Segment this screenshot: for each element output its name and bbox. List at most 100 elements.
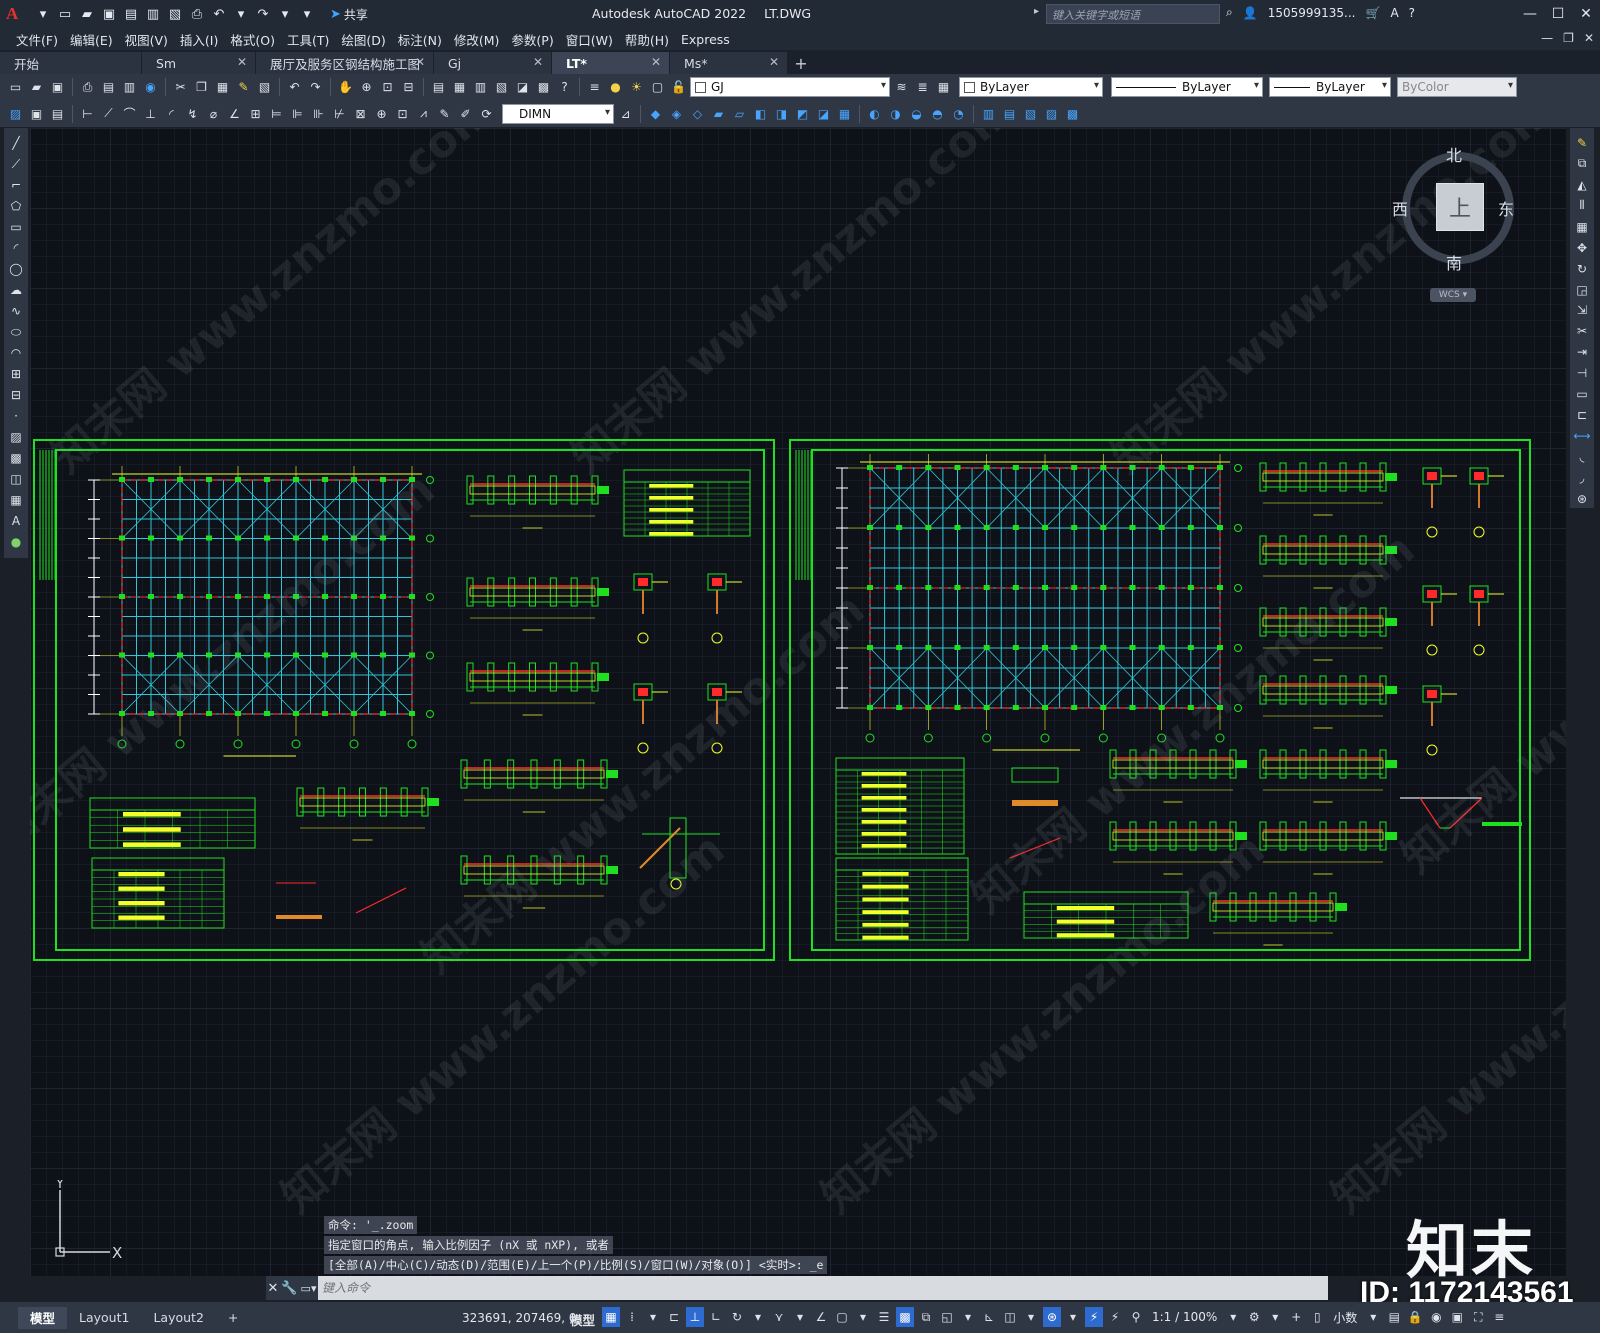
view-icon[interactable]: ◐ bbox=[865, 104, 884, 123]
lineweight-icon[interactable]: ☰ bbox=[875, 1307, 893, 1327]
annotation-monitor-icon[interactable]: + bbox=[1287, 1307, 1305, 1327]
close-tab-icon[interactable]: ✕ bbox=[237, 55, 247, 69]
menu-modify[interactable]: 修改(M) bbox=[454, 30, 512, 49]
close-tab-icon[interactable]: ✕ bbox=[415, 55, 425, 69]
dim-jogged-icon[interactable]: ↯ bbox=[183, 104, 202, 123]
zoom-window-icon[interactable]: ⊡ bbox=[378, 78, 397, 97]
jogged-linear-icon[interactable]: ⩘ bbox=[414, 104, 433, 123]
array-icon[interactable]: ▦ bbox=[1573, 218, 1591, 236]
layer-thaw-icon[interactable]: ☀ bbox=[627, 78, 646, 97]
ellipse-icon[interactable]: ⬭ bbox=[7, 323, 25, 341]
dynamic-ucs-icon[interactable]: ⊾ bbox=[980, 1307, 998, 1327]
inspection-icon[interactable]: ⊡ bbox=[393, 104, 412, 123]
modify-icon[interactable]: ◨ bbox=[772, 104, 791, 123]
gizmo-icon[interactable]: ⊛ bbox=[1043, 1307, 1061, 1327]
object-snap-icon[interactable]: ▢ bbox=[833, 1307, 851, 1327]
modify-icon[interactable]: ▰ bbox=[709, 104, 728, 123]
user-icon[interactable]: 👤 bbox=[1243, 6, 1258, 20]
rotate-icon[interactable]: ↻ bbox=[1573, 260, 1591, 278]
copy-icon[interactable]: ❐ bbox=[192, 78, 211, 97]
ellipse-arc-icon[interactable]: ◠ bbox=[7, 344, 25, 362]
modify-icon[interactable]: ◆ bbox=[646, 104, 665, 123]
customize-wrench-icon[interactable]: 🔧 bbox=[281, 1281, 297, 1296]
blend-icon[interactable]: ◞ bbox=[1573, 469, 1591, 487]
qnew-icon[interactable]: ▭ bbox=[6, 78, 25, 97]
share-button[interactable]: ➤ 共享 bbox=[330, 6, 368, 23]
open-icon[interactable]: ▰ bbox=[27, 78, 46, 97]
dim-ordinate-icon[interactable]: ⊥ bbox=[141, 104, 160, 123]
search-icon[interactable]: ⌕ bbox=[1226, 5, 1233, 20]
compass-west[interactable]: 西 bbox=[1392, 196, 1408, 220]
search-input[interactable]: 键入关键字或短语 bbox=[1046, 4, 1220, 24]
zoom-previous-icon[interactable]: ⊟ bbox=[399, 78, 418, 97]
tool-icon[interactable]: ▨ bbox=[6, 104, 25, 123]
application-menu-button[interactable]: A bbox=[6, 4, 30, 24]
snap-icon[interactable]: ⁞ bbox=[623, 1307, 641, 1327]
help-icon[interactable]: ? bbox=[555, 78, 574, 97]
plot-icon[interactable]: ⎙ bbox=[188, 5, 206, 23]
publish-icon[interactable]: ▧ bbox=[166, 5, 184, 23]
gradient-icon[interactable]: ▩ bbox=[7, 449, 25, 467]
close-tab-icon[interactable]: ✕ bbox=[769, 55, 779, 69]
tab-gj[interactable]: Gj ✕ bbox=[434, 52, 552, 74]
extend-icon[interactable]: ⇥ bbox=[1573, 343, 1591, 361]
dropdown-icon[interactable]: ▾ bbox=[959, 1307, 977, 1327]
dim-arc-icon[interactable]: ⌒ bbox=[120, 104, 139, 123]
close-button[interactable]: ✕ bbox=[1572, 0, 1600, 28]
color-select[interactable]: ByLayer ▾ bbox=[959, 77, 1103, 97]
redo-dropdown-icon[interactable]: ▾ bbox=[276, 5, 294, 23]
stretch-icon[interactable]: ⇲ bbox=[1573, 302, 1591, 320]
layer-previous-icon[interactable]: ≣ bbox=[913, 78, 932, 97]
ortho-icon[interactable]: ∟ bbox=[707, 1307, 725, 1327]
menu-tools[interactable]: 工具(T) bbox=[287, 30, 341, 49]
graphics-performance-icon[interactable]: ▣ bbox=[1448, 1307, 1466, 1327]
compass-south[interactable]: 南 bbox=[1446, 250, 1462, 274]
minimize-button[interactable]: — bbox=[1516, 0, 1544, 28]
polygon-icon[interactable]: ⬠ bbox=[7, 197, 25, 215]
menu-insert[interactable]: 插入(I) bbox=[180, 30, 230, 49]
close-icon[interactable]: ✕ bbox=[267, 1281, 278, 1296]
undo-dropdown-icon[interactable]: ▾ bbox=[232, 5, 250, 23]
help-icon[interactable]: ? bbox=[1409, 6, 1415, 20]
menu-format[interactable]: 格式(O) bbox=[230, 30, 287, 49]
redo-icon[interactable]: ↷ bbox=[254, 5, 272, 23]
close-tab-icon[interactable]: ✕ bbox=[533, 55, 543, 69]
menu-window[interactable]: 窗口(W) bbox=[566, 30, 625, 49]
rectangle-icon[interactable]: ▭ bbox=[7, 218, 25, 236]
tool-palettes-icon[interactable]: ▥ bbox=[471, 78, 490, 97]
break-point-icon[interactable]: ⊣ bbox=[1573, 364, 1591, 382]
dynamic-input-icon[interactable]: ⊥ bbox=[686, 1307, 704, 1327]
modify-icon[interactable]: ◧ bbox=[751, 104, 770, 123]
view-icon[interactable]: ▤ bbox=[1000, 104, 1019, 123]
undo-icon[interactable]: ↶ bbox=[210, 5, 228, 23]
dim-break-icon[interactable]: ⊬ bbox=[330, 104, 349, 123]
doc-restore-button[interactable]: ❐ bbox=[1563, 31, 1574, 45]
dim-baseline-icon[interactable]: ⊨ bbox=[267, 104, 286, 123]
layer-lock-icon[interactable]: 🔓 bbox=[669, 78, 688, 97]
block-editor-icon[interactable]: ▧ bbox=[255, 78, 274, 97]
save-icon[interactable]: ▣ bbox=[100, 5, 118, 23]
modify-icon[interactable]: ▱ bbox=[730, 104, 749, 123]
construction-line-icon[interactable]: ⟋ bbox=[7, 155, 25, 173]
modify-icon[interactable]: ◇ bbox=[688, 104, 707, 123]
tool-icon[interactable]: ▣ bbox=[27, 104, 46, 123]
save-icon[interactable]: ▣ bbox=[48, 78, 67, 97]
polyline-icon[interactable]: ⌐ bbox=[7, 176, 25, 194]
selection-cycling-icon[interactable]: ⧉ bbox=[917, 1307, 935, 1327]
paste-icon[interactable]: ▦ bbox=[213, 78, 232, 97]
dim-angular-icon[interactable]: ∠ bbox=[225, 104, 244, 123]
trim-icon[interactable]: ✂ bbox=[1573, 322, 1591, 340]
tab-exhibition[interactable]: 展厅及服务区钢结构施工图 ✕ bbox=[256, 52, 434, 74]
layer-state-icon[interactable]: ▦ bbox=[934, 78, 953, 97]
view-icon[interactable]: ▧ bbox=[1021, 104, 1040, 123]
mirror-icon[interactable]: ◭ bbox=[1573, 176, 1591, 194]
customize-icon[interactable]: ▾ bbox=[298, 5, 316, 23]
quick-dim-icon[interactable]: ⊞ bbox=[246, 104, 265, 123]
circle-icon[interactable]: ◯ bbox=[7, 260, 25, 278]
annotation-visibility-icon[interactable]: ⚡ bbox=[1085, 1307, 1103, 1327]
dim-radius-icon[interactable]: ◜ bbox=[162, 104, 181, 123]
open-icon[interactable]: ▰ bbox=[78, 5, 96, 23]
close-tab-icon[interactable]: ✕ bbox=[651, 55, 661, 69]
add-layout-button[interactable]: + bbox=[216, 1307, 250, 1329]
copy-icon[interactable]: ⧉ bbox=[1573, 155, 1591, 173]
